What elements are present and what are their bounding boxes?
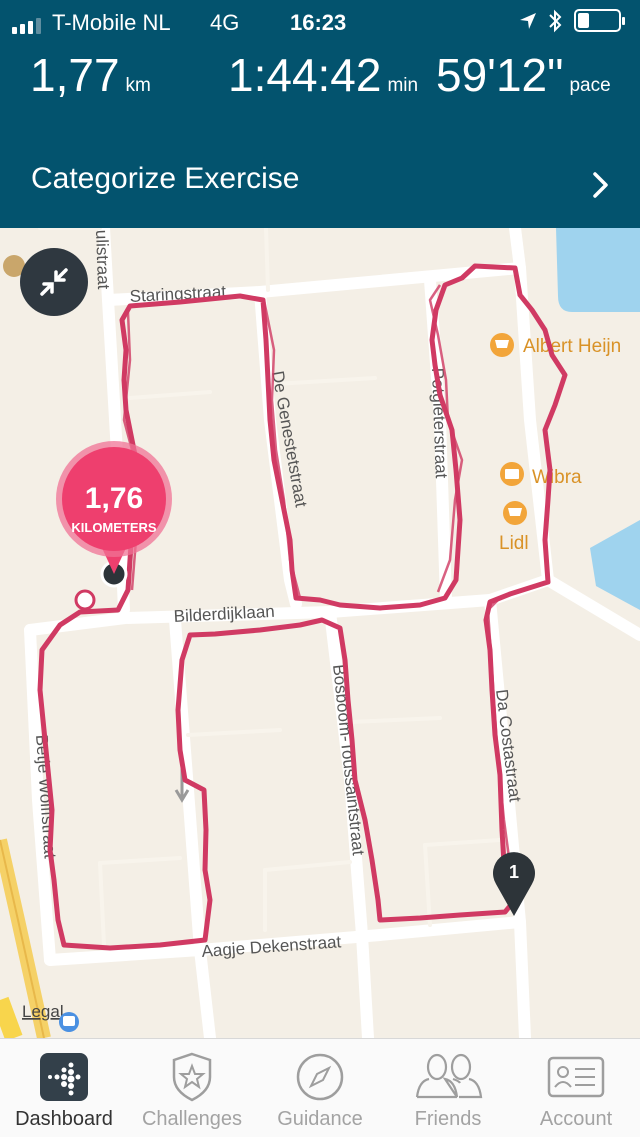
pace-value: 59'12" — [436, 49, 564, 101]
tab-friends[interactable]: Friends — [384, 1039, 512, 1137]
route-start-point — [74, 589, 96, 611]
carrier-label: T-Mobile NL — [52, 10, 171, 35]
collapse-icon — [40, 268, 68, 296]
map-canvas: ulistraat Staringstraat De Genestetstraa… — [0, 228, 640, 1038]
pace-stat: 59'12" pace — [436, 48, 611, 102]
tab-label: Guidance — [277, 1108, 363, 1130]
exercise-stats: 1,77 km 1:44:42 min 59'12" pace — [0, 48, 640, 108]
tab-account[interactable]: Account — [512, 1039, 640, 1137]
duration-value: 1:44:42 — [228, 49, 382, 101]
poi-label: Lidl — [499, 533, 529, 554]
poi-label: Albert Heijn — [523, 336, 621, 357]
battery-icon — [574, 9, 628, 39]
dashboard-icon — [40, 1053, 88, 1101]
collapse-map-button[interactable] — [20, 248, 88, 316]
bluetooth-icon — [547, 8, 563, 40]
tab-label: Account — [539, 1108, 613, 1130]
network-label: 4G — [210, 10, 240, 35]
marker-distance-value: 1,76 — [85, 482, 143, 515]
distance-unit: km — [125, 75, 151, 96]
tab-label: Challenges — [141, 1108, 243, 1130]
account-icon — [547, 1056, 605, 1098]
poi-label: Wibra — [532, 467, 582, 488]
location-icon — [518, 11, 538, 37]
tab-bar: Dashboard Challenges Guidance Friends Ac… — [0, 1038, 640, 1137]
exercise-header: T-Mobile NL 4G 16:23 1,77 km 1:44:42 min 5… — [0, 0, 640, 228]
poi-albert-heijn[interactable]: Albert Heijn — [490, 333, 621, 357]
tab-label: Friends — [414, 1108, 482, 1130]
chevron-right-icon — [590, 170, 612, 205]
street-label: ulistraat — [92, 229, 113, 289]
distance-stat: 1,77 km — [30, 48, 151, 102]
route-map[interactable]: ulistraat Staringstraat De Genestetstraa… — [0, 228, 640, 1038]
challenges-icon — [172, 1052, 212, 1102]
clock: 16:23 — [290, 10, 347, 35]
tab-label: Dashboard — [15, 1108, 113, 1130]
categorize-exercise-row[interactable]: Categorize Exercise — [0, 140, 640, 228]
distance-value: 1,77 — [30, 49, 120, 101]
categorize-exercise-label: Categorize Exercise — [31, 162, 300, 195]
tab-challenges[interactable]: Challenges — [128, 1039, 256, 1137]
duration-stat: 1:44:42 min — [228, 48, 418, 102]
legal-link[interactable]: Legal — [22, 1002, 64, 1021]
duration-unit: min — [387, 75, 419, 96]
compass-icon — [296, 1053, 344, 1101]
friends-icon — [415, 1053, 483, 1099]
water-area — [556, 228, 640, 312]
pace-unit: pace — [569, 75, 611, 96]
marker-distance-unit: KILOMETERS — [71, 520, 157, 535]
tab-dashboard[interactable]: Dashboard — [0, 1039, 128, 1137]
tab-guidance[interactable]: Guidance — [256, 1039, 384, 1137]
signal-icon — [12, 14, 48, 40]
kilometer-pin-number: 1 — [509, 862, 519, 882]
status-bar: T-Mobile NL 4G 16:23 — [0, 8, 640, 36]
